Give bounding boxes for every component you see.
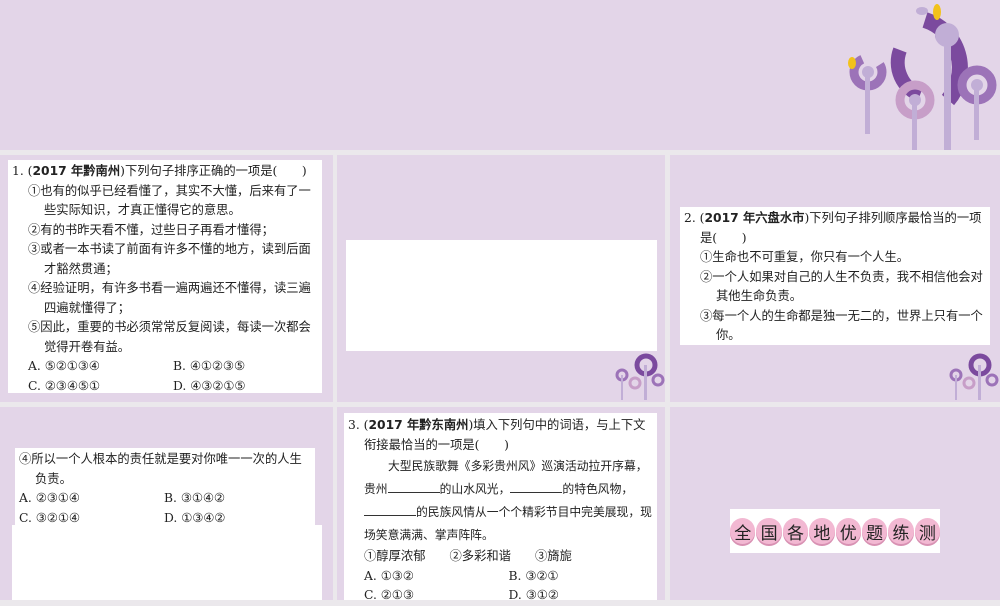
panel-6 bbox=[670, 407, 1000, 600]
word-1: ①醇厚浓郁 bbox=[364, 549, 426, 563]
sentence: ②有的书昨天看不懂，过些日子再看才懂得； bbox=[28, 222, 274, 237]
small-flower-icon bbox=[615, 353, 665, 400]
blank-box bbox=[12, 525, 322, 600]
word-2: ②多彩和谐 bbox=[449, 549, 511, 563]
sentence: ③每一个人的生命都是独一无二的，世界上只有一个你。 bbox=[700, 308, 983, 343]
sentence: ④所以一个人根本的责任就是要对你唯一一次的人生负责。 bbox=[19, 452, 302, 486]
section-badge: 全 国 各 地 优 题 练 测 bbox=[730, 509, 940, 553]
badge-char: 测 bbox=[914, 518, 940, 544]
question-1-stem: 1. (2017 年黔南州)下列句子排序正确的一项是( ) bbox=[12, 164, 307, 178]
small-flower-icon bbox=[949, 353, 999, 400]
badge-char: 题 bbox=[861, 518, 888, 544]
option-a[interactable]: A. ①③② bbox=[364, 567, 509, 587]
badge-char: 练 bbox=[888, 518, 914, 544]
option-d[interactable]: D. ③①② bbox=[509, 586, 654, 606]
badge-char: 国 bbox=[756, 518, 782, 544]
fill-blank[interactable] bbox=[364, 504, 416, 516]
question-2: 2. (2017 年六盘水市)下列句子排列顺序最恰当的一项是( ) ①生命也不可… bbox=[680, 207, 990, 345]
badge-char: 各 bbox=[782, 518, 809, 544]
sentence: ③或者一本书读了前面有许多不懂的地方，读到后面才豁然贯通； bbox=[28, 242, 311, 276]
fill-blank[interactable] bbox=[387, 481, 440, 493]
question-2-continued: ④所以一个人根本的责任就是要对你唯一一次的人生负责。 A. ②③①④ B. ③①④… bbox=[15, 448, 315, 526]
badge-char: 地 bbox=[809, 518, 835, 544]
option-b[interactable]: B. ④①②③⑤ bbox=[173, 357, 318, 377]
fill-blank[interactable] bbox=[510, 481, 563, 493]
blank-box bbox=[346, 240, 657, 351]
badge-char: 优 bbox=[835, 518, 861, 544]
flower-decoration-icon bbox=[848, 4, 997, 150]
question-3: 3. (2017 年黔东南州)填入下列句中的词语，与上下文衔接最恰当的一项是( … bbox=[344, 413, 657, 602]
sentence: ④经验证明，有许多书看一遍两遍还不懂得，读三遍四遍就懂得了； bbox=[28, 281, 311, 315]
option-b[interactable]: B. ③②① bbox=[509, 567, 654, 587]
sentence: ②一个人如果对自己的人生不负责，我不相信他会对其他生命负责。 bbox=[700, 269, 983, 304]
option-c[interactable]: C. ②③④⑤① bbox=[28, 377, 173, 397]
question-2-stem: 2. (2017 年六盘水市)下列句子排列顺序最恰当的一项是( ) bbox=[684, 211, 982, 245]
option-a[interactable]: A. ⑤②①③④ bbox=[28, 357, 173, 377]
sentence: ⑤因此，重要的书必须常常反复阅读，每读一次都会觉得开卷有益。 bbox=[28, 320, 311, 354]
question-3-stem: 3. (2017 年黔东南州)填入下列句中的词语，与上下文衔接最恰当的一项是( … bbox=[348, 418, 646, 452]
option-a[interactable]: A. ②③①④ bbox=[19, 489, 164, 509]
badge-char: 全 bbox=[730, 518, 756, 544]
option-d[interactable]: D. ④③②①⑤ bbox=[173, 377, 318, 397]
sentence: ①也有的似乎已经看懂了，其实不大懂，后来有了一些实际知识，才真正懂得它的意思。 bbox=[28, 183, 311, 218]
sentence: ①生命也不可重复，你只有一个人生。 bbox=[700, 250, 910, 264]
option-c[interactable]: C. ②①③ bbox=[364, 586, 509, 606]
word-3: ③旖旎 bbox=[534, 549, 572, 563]
question-3-passage: 大型民族歌舞《多彩贵州风》巡演活动拉开序幕，贵州 的山水风光， 的特色风物，的民族风… bbox=[364, 459, 652, 542]
question-1: 1. (2017 年黔南州)下列句子排序正确的一项是( ) ①也有的似乎已经看懂… bbox=[8, 160, 322, 393]
option-b[interactable]: B. ③①④② bbox=[164, 489, 309, 509]
